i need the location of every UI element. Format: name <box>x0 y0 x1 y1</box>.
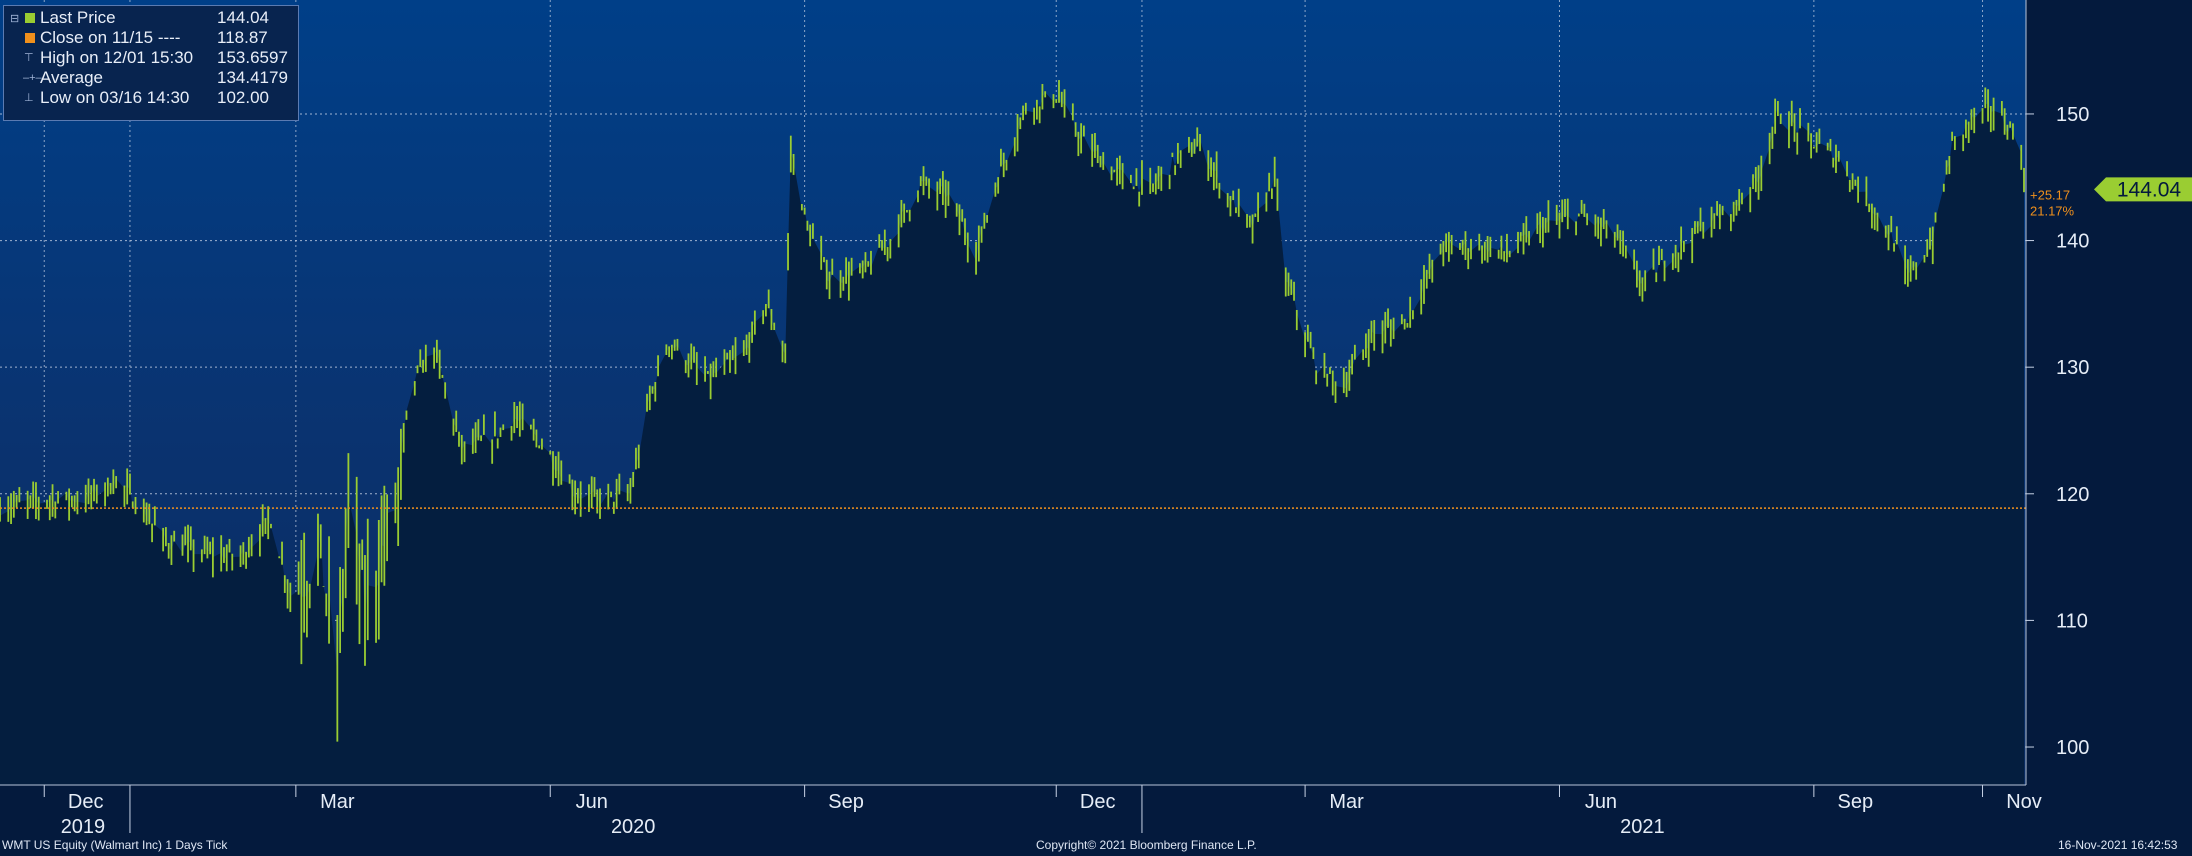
close-swatch <box>25 33 35 43</box>
x-year-label: 2019 <box>61 816 106 838</box>
legend-row-close: Close on 11/15 ---- 118.87 <box>4 28 300 48</box>
last-price-badge: 144.04 <box>2094 177 2192 202</box>
change-percent: 21.17% <box>2030 203 2075 218</box>
y-tick-label: 140 <box>2056 231 2089 253</box>
legend-value: 118.87 <box>217 28 268 47</box>
axis-background <box>2026 0 2192 785</box>
x-month-label: Sep <box>1838 791 1874 813</box>
y-tick-label: 100 <box>2056 737 2089 759</box>
collapse-icon[interactable]: ⊟ <box>10 9 19 29</box>
legend-row-high: ⊤ High on 12/01 15:30 153.6597 <box>4 48 300 68</box>
y-tick-label: 110 <box>2056 610 2088 632</box>
legend-row-low: ⊥ Low on 03/16 14:30 102.00 <box>4 88 300 108</box>
legend-value: 153.6597 <box>217 48 288 67</box>
x-year-label: 2021 <box>1620 816 1665 838</box>
legend-label: Average <box>40 68 104 87</box>
security-description: WMT US Equity (Walmart Inc) 1 Days Tick <box>2 838 228 852</box>
x-month-label: Mar <box>320 791 355 813</box>
x-year-label: 2020 <box>611 816 656 838</box>
legend-label: Low on 03/16 14:30 <box>40 88 190 107</box>
legend-label: High on 12/01 15:30 <box>40 48 194 67</box>
y-tick-label: 120 <box>2056 484 2089 506</box>
legend-row-average: –+– Average 134.4179 <box>4 68 300 88</box>
legend-value: 134.4179 <box>217 68 288 87</box>
high-marker-icon: ⊤ <box>24 52 34 64</box>
x-month-label: Nov <box>2006 791 2042 813</box>
change-absolute: +25.17 <box>2030 187 2070 202</box>
legend-label: Last Price <box>40 8 116 27</box>
legend-row-last-price: ⊟ Last Price 144.04 <box>4 8 300 28</box>
x-month-label: Mar <box>1329 791 1364 813</box>
y-tick-label: 130 <box>2056 357 2089 379</box>
legend-value: 144.04 <box>217 8 269 27</box>
legend-box: ⊟ Last Price 144.04 Close on 11/15 ---- … <box>3 5 299 121</box>
price-chart: 100 110 120 130 140 150 Dec Mar Jun Sep Dec Mar Jun… <box>0 0 2192 856</box>
average-marker-icon: –+– <box>23 72 42 84</box>
x-month-label: Jun <box>1585 791 1617 813</box>
y-tick-label: 150 <box>2056 104 2089 126</box>
x-month-label: Dec <box>1080 791 1116 813</box>
legend-value: 102.00 <box>217 88 269 107</box>
copyright-notice: Copyright© 2021 Bloomberg Finance L.P. <box>1036 838 1257 852</box>
x-month-label: Sep <box>828 791 864 813</box>
last-price-badge-label: 144.04 <box>2117 178 2182 201</box>
x-month-label: Jun <box>576 791 608 813</box>
legend-label: Close on 11/15 ---- <box>40 28 181 47</box>
x-month-label: Dec <box>68 791 104 813</box>
low-marker-icon: ⊥ <box>24 92 34 104</box>
timestamp: 16-Nov-2021 16:42:53 <box>2058 838 2178 852</box>
last-price-swatch <box>25 13 35 23</box>
